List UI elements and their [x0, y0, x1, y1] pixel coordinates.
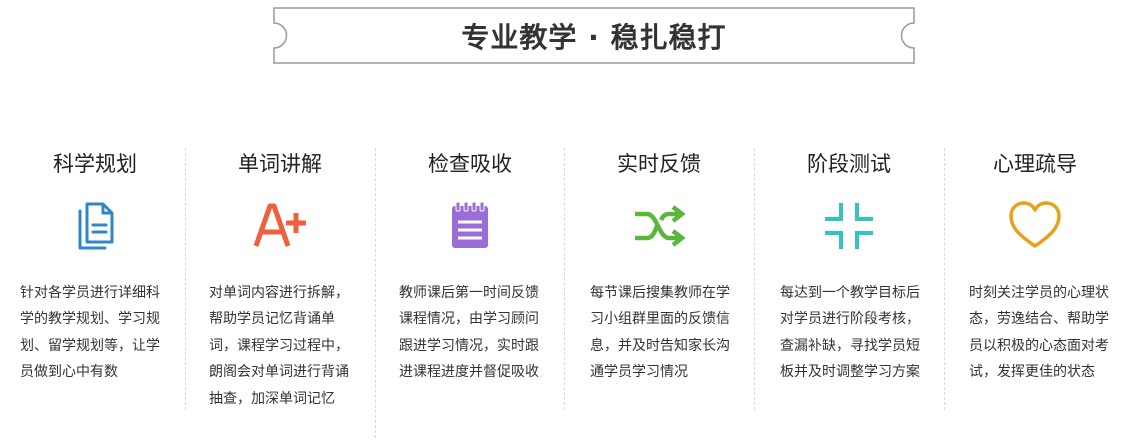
feature-stage-test: 阶段测试 每达到一个教学目标后对学员进行阶段考核，查漏补缺，寻找学员短板并及时调…: [754, 148, 944, 438]
feature-science-planning: 科学规划 针对各学员进行详细科学的教学规划、学习规划、留学规划等，让学员做到心中…: [0, 148, 190, 438]
feature-description: 时刻关注学员的心理状态，劳逸结合、帮助学员以积极的心态面对考试，发挥更佳的状态: [969, 285, 1109, 381]
feature-title: 心理疏导: [993, 152, 1077, 176]
feature-description: 对单词内容进行拆解，帮助学员记忆背诵单词，课程学习过程中，朗阁会对单词进行背诵抽…: [209, 285, 349, 407]
collapse-icon: [821, 198, 877, 254]
feature-psych-guidance: 心理疏导 时刻关注学员的心理状态，劳逸结合、帮助学员以积极的心态面对考试，发挥更…: [944, 148, 1126, 438]
feature-title: 科学规划: [53, 152, 137, 176]
feature-word-explanation: 单词讲解 对单词内容进行拆解，帮助学员记忆背诵单词，课程学习过程中，朗阁会对单词…: [185, 148, 375, 438]
section-title: 专业教学 · 稳扎稳打: [461, 20, 727, 54]
heart-icon: [1007, 198, 1063, 254]
feature-title: 实时反馈: [617, 152, 701, 176]
document-icon: [67, 198, 123, 254]
feature-description: 针对各学员进行详细科学的教学规划、学习规划、留学规划等，让学员做到心中有数: [20, 285, 160, 381]
feature-columns: 科学规划 针对各学员进行详细科学的教学规划、学习规划、留学规划等，让学员做到心中…: [0, 148, 1126, 443]
feature-check-absorb: 检查吸收 教师课后第一时间反馈课程情况，由学习顾问跟进学习情况，实时跟进课程进度…: [375, 148, 565, 438]
feature-title: 阶段测试: [807, 152, 891, 176]
feature-description: 每节课后搜集教师在学习小组群里面的反馈信息，并及时告知家长沟通学员学习情况: [590, 285, 730, 381]
feature-description: 教师课后第一时间反馈课程情况，由学习顾问跟进学习情况，实时跟进课程进度并督促吸收: [399, 285, 539, 381]
feature-realtime-feedback: 实时反馈 每节课后搜集教师在学习小组群里面的反馈信息，并及时告知家长沟通学员学习…: [564, 148, 754, 438]
section-banner: 专业教学 · 稳扎稳打: [273, 7, 915, 64]
shuffle-icon: [631, 198, 687, 254]
feature-title: 检查吸收: [428, 152, 512, 176]
feature-description: 每达到一个教学目标后对学员进行阶段考核，查漏补缺，寻找学员短板并及时调整学习方案: [780, 285, 920, 381]
feature-title: 单词讲解: [238, 152, 322, 176]
notepad-icon: [442, 198, 498, 254]
a-plus-icon: [252, 198, 308, 254]
